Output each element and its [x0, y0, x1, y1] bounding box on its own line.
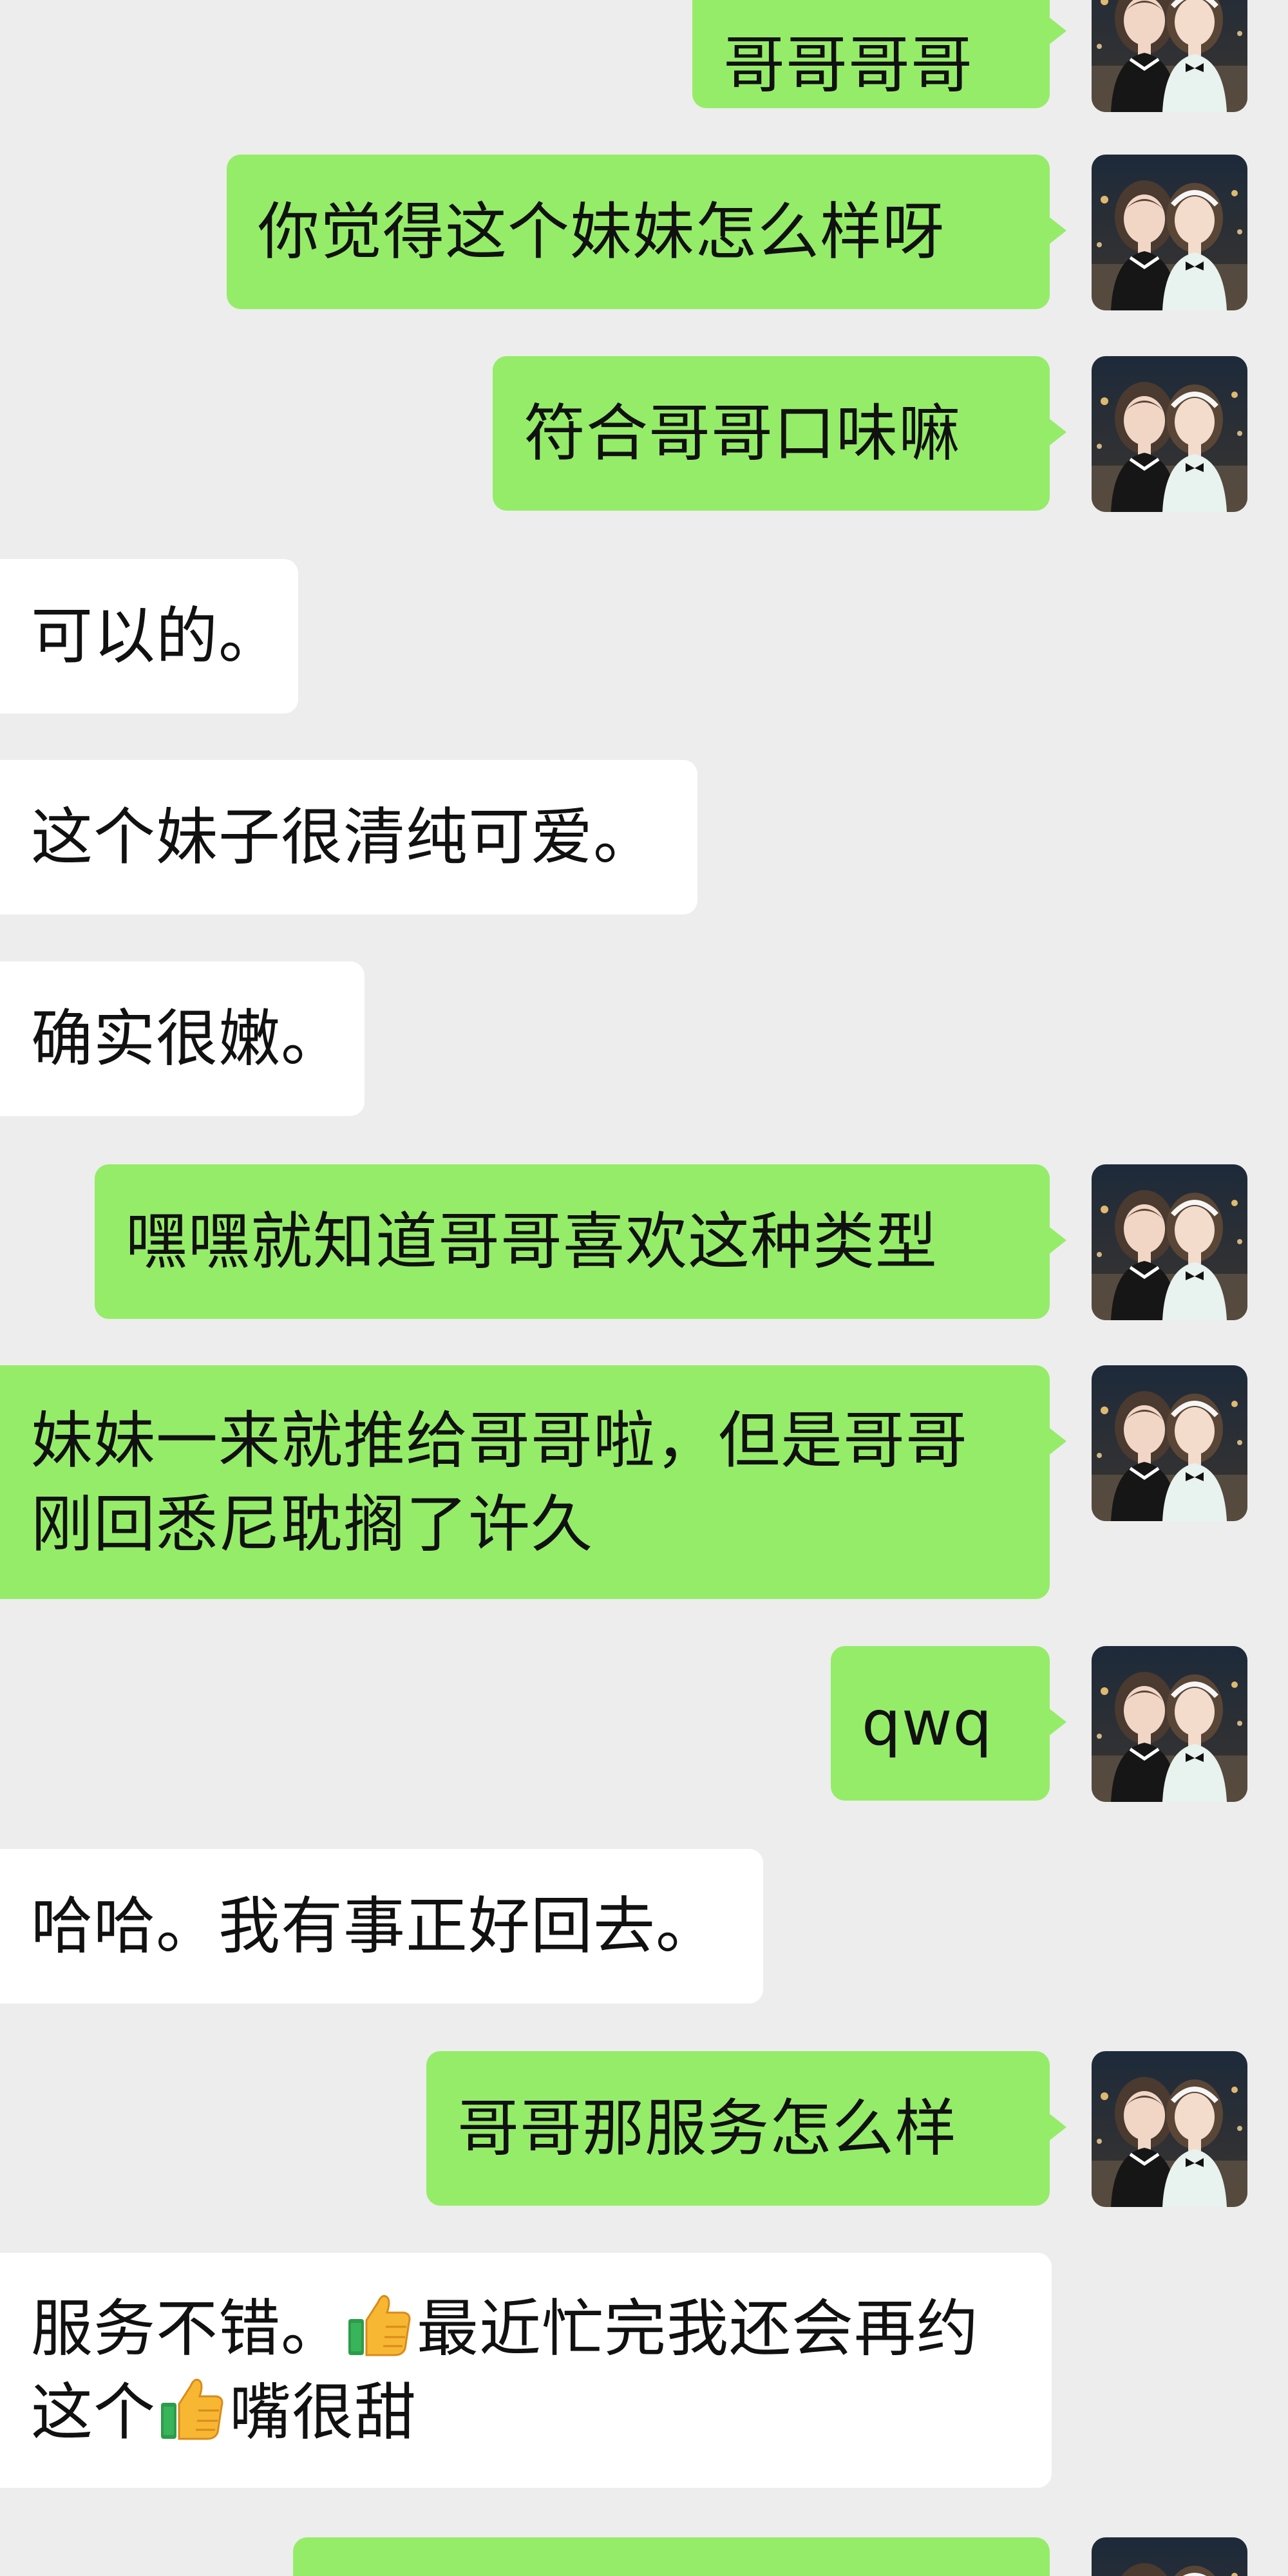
message-text: qwq: [862, 1687, 993, 1759]
incoming-message-bubble[interactable]: 可以的。: [0, 559, 298, 714]
avatar-photo-two-girls: [1092, 155, 1247, 310]
avatar-photo-two-girls: [1092, 2537, 1247, 2576]
message-text: 这个: [31, 2376, 156, 2448]
avatar-photo-two-girls: [1092, 0, 1247, 112]
avatar[interactable]: [1092, 1646, 1247, 1802]
avatar-photo-two-girls: [1092, 1646, 1247, 1802]
avatar-photo-two-girls: [1092, 1365, 1247, 1521]
chat-message-list[interactable]: 哥哥哥哥 你觉得这个妹妹怎么样呀 符合哥哥口味嘛 可以的。 这个妹子很清纯可爱。…: [0, 0, 1288, 2576]
thumbs-up-icon: [345, 2288, 415, 2359]
outgoing-message-bubble[interactable]: 哥哥哥哥: [692, 0, 1066, 108]
thumbs-up-icon: [157, 2372, 228, 2443]
outgoing-message-bubble[interactable]: 你觉得这个妹妹怎么样呀: [227, 155, 1066, 309]
avatar[interactable]: [1092, 1365, 1247, 1521]
message-text: 最近忙完我还会再约: [417, 2292, 979, 2365]
outgoing-message-bubble[interactable]: 符合哥哥口味嘛: [493, 356, 1066, 511]
message-text-line-1: 妹妹一来就推给哥哥啦，但是哥哥: [31, 1404, 968, 1477]
message-text: 符合哥哥口味嘛: [524, 397, 961, 469]
message-text-line-2: 刚回悉尼耽搁了许久: [31, 1488, 593, 1560]
incoming-message-bubble[interactable]: 确实很嫩。: [0, 961, 365, 1116]
avatar-photo-two-girls: [1092, 2051, 1247, 2207]
outgoing-message-bubble[interactable]: 嘿嘿就知道哥哥喜欢这种类型: [95, 1164, 1066, 1319]
incoming-message-bubble[interactable]: 服务不错。 最近忙完我还会再约 这个 嘴很甜: [0, 2253, 1052, 2488]
avatar[interactable]: [1092, 2537, 1247, 2576]
message-text: 嘴很甜: [229, 2376, 417, 2448]
incoming-message-bubble[interactable]: 这个妹子很清纯可爱。: [0, 760, 697, 914]
outgoing-message-bubble[interactable]: qwq: [831, 1646, 1066, 1801]
message-text: 嘿嘿就知道哥哥喜欢这种类型: [126, 1206, 938, 1278]
avatar[interactable]: [1092, 1164, 1247, 1320]
avatar-photo-two-girls: [1092, 1164, 1247, 1320]
message-text: 可以的。: [31, 600, 281, 672]
message-text-line-1: 服务不错。 最近忙完我还会再约: [31, 2287, 979, 2371]
outgoing-message-bubble[interactable]: 哥哥那服务怎么样: [426, 2051, 1066, 2206]
avatar-photo-two-girls: [1092, 356, 1247, 512]
avatar[interactable]: [1092, 356, 1247, 512]
message-text: 你觉得这个妹妹怎么样呀: [258, 196, 945, 268]
message-text-line-2: 这个 嘴很甜: [31, 2371, 417, 2454]
message-text: 确实很嫩。: [31, 1003, 343, 1075]
message-text: 哈哈。我有事正好回去。: [31, 1890, 718, 1962]
outgoing-message-bubble[interactable]: 妹妹一来就推给哥哥啦，但是哥哥 刚回悉尼耽搁了许久: [0, 1365, 1066, 1599]
avatar[interactable]: [1092, 2051, 1247, 2207]
message-text: 这个妹子很清纯可爱。: [31, 801, 656, 873]
message-text: 哥哥哥哥: [723, 29, 973, 101]
message-text: 服务不错。: [31, 2292, 343, 2365]
avatar[interactable]: [1092, 155, 1247, 310]
avatar[interactable]: [1092, 0, 1247, 112]
outgoing-message-bubble[interactable]: [293, 2537, 1050, 2576]
message-text: 哥哥那服务怎么样: [457, 2092, 957, 2164]
incoming-message-bubble[interactable]: 哈哈。我有事正好回去。: [0, 1849, 763, 2003]
